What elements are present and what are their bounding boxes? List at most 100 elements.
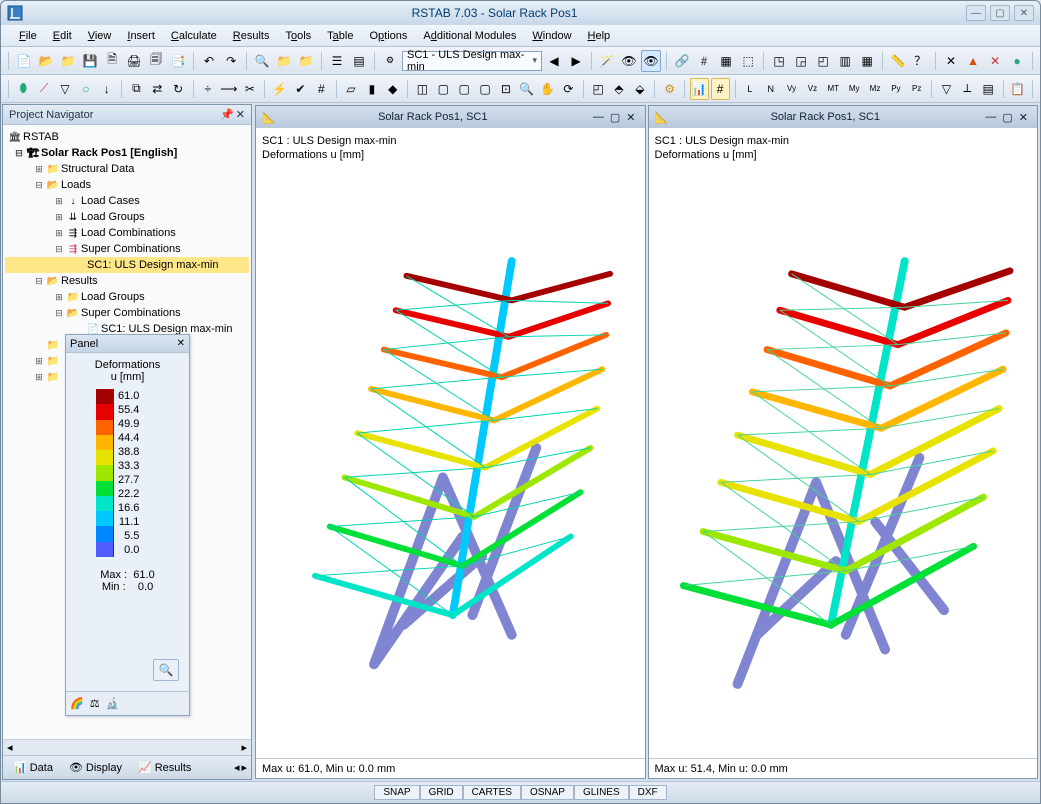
renumber-icon[interactable]: #️: [694, 50, 714, 72]
view-xy-icon[interactable]: ▢: [434, 78, 453, 100]
print-preview-icon[interactable]: 🗎: [102, 50, 122, 72]
legend-icon[interactable]: ▤: [979, 78, 998, 100]
sc-icon[interactable]: ⚙: [380, 50, 400, 72]
folder-output-icon[interactable]: 📁: [274, 50, 294, 72]
view-right-min-icon[interactable]: —: [985, 111, 996, 123]
folder-manage-icon[interactable]: 📁: [296, 50, 316, 72]
load-icon[interactable]: ↓: [97, 78, 116, 100]
triangle-icon[interactable]: ▲: [963, 50, 983, 72]
member-icon[interactable]: ⟋: [35, 78, 54, 100]
tab-next-icon[interactable]: ▸: [241, 761, 247, 774]
view-left-min-icon[interactable]: —: [593, 111, 604, 123]
pin-icon[interactable]: 📌: [220, 108, 234, 121]
status-toggle-osnap[interactable]: OSNAP: [521, 785, 574, 800]
menu-view[interactable]: View: [80, 28, 120, 44]
render-icon[interactable]: ◆: [383, 78, 402, 100]
copy-icon[interactable]: ⧉: [127, 78, 146, 100]
section-icon[interactable]: ⬘: [610, 78, 629, 100]
notes-icon[interactable]: 📋: [1008, 78, 1027, 100]
file-new-icon[interactable]: 📄: [14, 50, 34, 72]
panel-options-icon[interactable]: 🔍: [153, 659, 179, 681]
renumber2-icon[interactable]: #: [312, 78, 331, 100]
circle-check-icon[interactable]: ●: [1007, 50, 1027, 72]
list-icon[interactable]: ☰: [327, 50, 347, 72]
grid-nodes-icon[interactable]: ▦: [716, 50, 736, 72]
moment-mt-icon[interactable]: MT: [824, 78, 843, 100]
find-icon[interactable]: 🔍: [252, 50, 272, 72]
scale-icon[interactable]: ⟂: [958, 78, 977, 100]
support-react-icon[interactable]: ▽: [937, 78, 956, 100]
cube3-icon[interactable]: ◰: [813, 50, 833, 72]
support-icon[interactable]: ▽: [56, 78, 75, 100]
loadcase-combo[interactable]: SC1 - ULS Design max-min: [402, 51, 542, 71]
panel-tab-microscope-icon[interactable]: 🔬: [106, 697, 120, 710]
panel-close-icon[interactable]: ✕: [177, 338, 185, 349]
wire-icon[interactable]: ▱: [342, 78, 361, 100]
wand-icon[interactable]: 🪄: [597, 50, 617, 72]
tree-results-load-groups[interactable]: ⊞📁Load Groups: [5, 289, 249, 305]
minimize-button[interactable]: —: [966, 5, 986, 21]
tab-data[interactable]: 📊Data: [7, 759, 59, 776]
view-right-max-icon[interactable]: ▢: [1002, 111, 1012, 124]
x-red-icon[interactable]: ✕: [985, 50, 1005, 72]
reaction-py-icon[interactable]: Py: [886, 78, 905, 100]
navigator-tree[interactable]: 🏛RSTAB ⊟🏗Solar Rack Pos1 [English] ⊞📁Str…: [3, 125, 251, 739]
menu-edit[interactable]: Edit: [45, 28, 80, 44]
tree-load-groups[interactable]: ⊞⇊Load Groups: [5, 209, 249, 225]
menu-table[interactable]: Table: [319, 28, 361, 44]
panel-tab-scale-icon[interactable]: 🌈: [70, 697, 84, 710]
status-toggle-snap[interactable]: SNAP: [374, 785, 419, 800]
zoom-all-icon[interactable]: ⊡: [496, 78, 515, 100]
view-left-max-icon[interactable]: ▢: [610, 111, 620, 124]
navigator-scrollbar[interactable]: ◂▸: [3, 739, 251, 755]
generate-icon[interactable]: ⚡: [270, 78, 289, 100]
moment-my-icon[interactable]: My: [845, 78, 864, 100]
zoom-window-icon[interactable]: 🔍: [517, 78, 536, 100]
status-toggle-glines[interactable]: GLINES: [574, 785, 629, 800]
save-icon[interactable]: 💾: [80, 50, 100, 72]
menu-options[interactable]: Options: [361, 28, 415, 44]
tab-prev-icon[interactable]: ◂: [234, 761, 240, 774]
solid-icon[interactable]: ▮: [362, 78, 381, 100]
menu-results[interactable]: Results: [225, 28, 278, 44]
results-values-icon[interactable]: #: [711, 78, 730, 100]
export-icon[interactable]: 📑: [168, 50, 188, 72]
menu-calculate[interactable]: Calculate: [163, 28, 225, 44]
mirror-icon[interactable]: ⇄: [148, 78, 167, 100]
view-left-close-icon[interactable]: ✕: [626, 111, 635, 124]
tree-load-combinations[interactable]: ⊞⇶Load Combinations: [5, 225, 249, 241]
folder-browse-icon[interactable]: 📁: [58, 50, 78, 72]
tree-super-combinations[interactable]: ⊟⇶Super Combinations: [5, 241, 249, 257]
eye-icon[interactable]: 👁: [641, 50, 661, 72]
trim-icon[interactable]: ✂: [240, 78, 259, 100]
status-toggle-dxf[interactable]: DXF: [629, 785, 667, 800]
print-setup-icon[interactable]: 🗐: [146, 50, 166, 72]
hinge-icon[interactable]: ○: [76, 78, 95, 100]
clip-icon[interactable]: ⬙: [630, 78, 649, 100]
status-toggle-grid[interactable]: GRID: [420, 785, 463, 800]
tab-results[interactable]: 📈Results: [132, 759, 197, 776]
diagram-link-icon[interactable]: 🔗: [672, 50, 692, 72]
check-icon[interactable]: ✔: [291, 78, 310, 100]
tree-root[interactable]: 🏛RSTAB: [5, 129, 249, 145]
divide-icon[interactable]: ÷: [198, 78, 217, 100]
force-l-icon[interactable]: L: [740, 78, 759, 100]
undo-icon[interactable]: ↶: [199, 50, 219, 72]
close-button[interactable]: ✕: [1014, 5, 1034, 21]
tab-display[interactable]: 👁Display: [63, 759, 128, 776]
view-iso-icon[interactable]: ◫: [413, 78, 432, 100]
view-yz-icon[interactable]: ▢: [476, 78, 495, 100]
panel-titlebar[interactable]: Panel ✕: [66, 335, 189, 353]
file-open-icon[interactable]: 📂: [36, 50, 56, 72]
reaction-pz-icon[interactable]: Pz: [907, 78, 926, 100]
force-n-icon[interactable]: N: [761, 78, 780, 100]
tree-results[interactable]: ⊟📂Results: [5, 273, 249, 289]
panel-tab-balance-icon[interactable]: ⚖: [90, 697, 100, 710]
tree-sc1[interactable]: SC1: ULS Design max-min: [5, 257, 249, 273]
extrude-icon[interactable]: ⬚: [738, 50, 758, 72]
tiles-icon[interactable]: ▦: [857, 50, 877, 72]
menu-help[interactable]: Help: [580, 28, 619, 44]
redo-icon[interactable]: ↷: [221, 50, 241, 72]
menu-tools[interactable]: Tools: [277, 28, 319, 44]
cube2-icon[interactable]: ◲: [791, 50, 811, 72]
